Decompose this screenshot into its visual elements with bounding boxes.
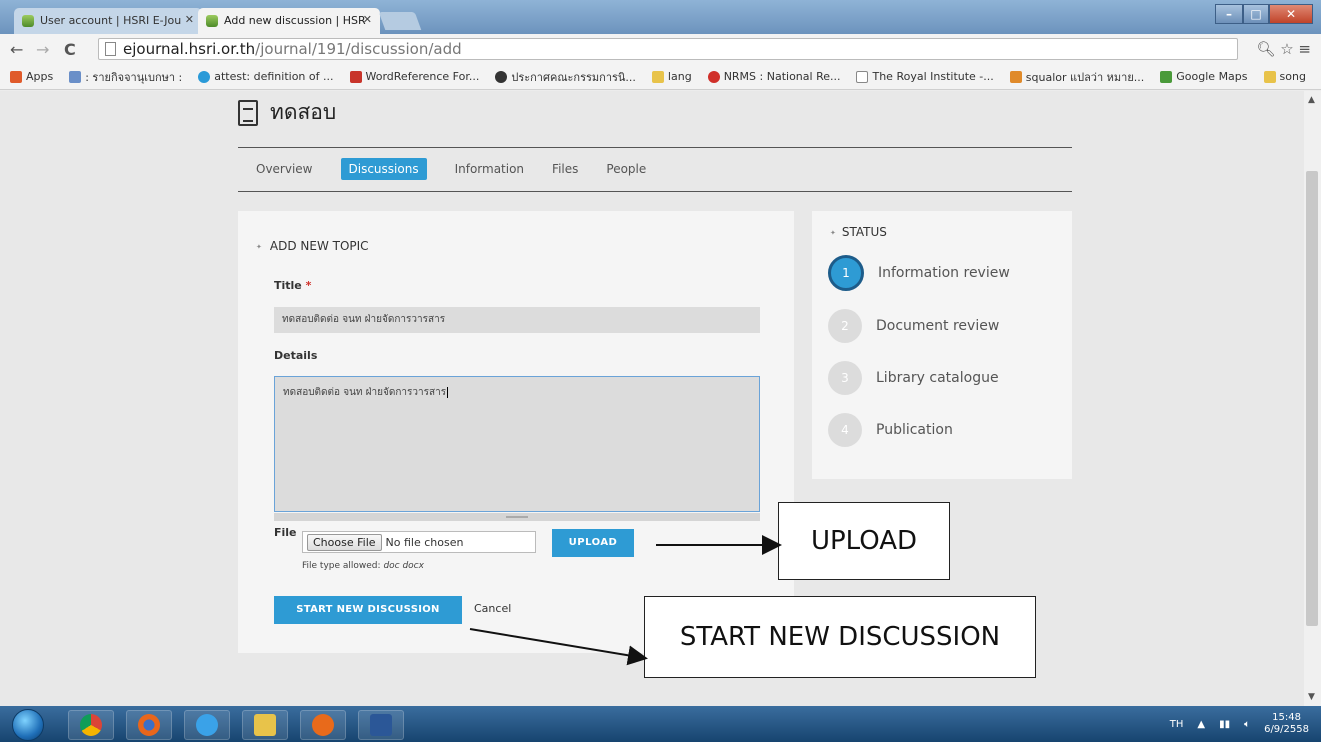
bookmark-icon — [69, 70, 82, 83]
scroll-down-icon[interactable]: ▼ — [1308, 692, 1315, 702]
bookmark-item[interactable]: squalor แปลว่า หมาย... — [1009, 68, 1144, 86]
system-tray: TH ▲ ▮▮ 🔈︎ 15:48 6/9/2558 — [1170, 712, 1309, 736]
clock[interactable]: 15:48 6/9/2558 — [1264, 712, 1309, 736]
bookmark-item[interactable]: NRMS : National Re... — [707, 70, 840, 83]
taskbar-internet-explorer[interactable] — [184, 710, 230, 740]
bookmark-item[interactable]: ประกาศคณะกรรมการนิ... — [495, 68, 636, 86]
site-favicon-icon — [206, 15, 218, 27]
taskbar-firefox[interactable] — [126, 710, 172, 740]
bookmark-folder[interactable]: lang — [651, 70, 692, 83]
close-window-icon[interactable]: ✕ — [1269, 4, 1313, 24]
page-scrollbar[interactable]: ▲ ▼ — [1304, 91, 1321, 706]
page-icon — [105, 42, 116, 56]
maps-icon — [1160, 70, 1173, 83]
scroll-up-icon[interactable]: ▲ — [1308, 95, 1315, 105]
start-arrow — [469, 628, 648, 666]
bookmark-icon — [349, 70, 362, 83]
window-controls: – □ ✕ — [1215, 4, 1313, 24]
page-viewport: ทดสอบ Overview Discussions Information F… — [0, 91, 1304, 706]
bookmark-item[interactable]: Google Maps — [1160, 70, 1248, 83]
page-icon — [856, 70, 869, 83]
bookmark-star-icon[interactable]: ☆ — [1280, 40, 1293, 58]
url-path: /journal/191/discussion/add — [255, 40, 462, 58]
network-icon[interactable]: ▮▮ — [1219, 719, 1230, 730]
reload-icon[interactable]: C — [64, 40, 76, 59]
url-host: ejournal.hsri.or.th — [123, 40, 256, 58]
address-bar-row: ← → C ejournal.hsri.or.th/journal/191/di… — [0, 34, 1321, 64]
bookmark-icon — [707, 70, 720, 83]
taskbar-media-player[interactable] — [300, 710, 346, 740]
bookmark-item[interactable]: : รายกิจจานุเบกษา : — [69, 68, 182, 86]
taskbar-explorer[interactable] — [242, 710, 288, 740]
back-arrow-icon[interactable]: ← — [10, 40, 23, 59]
browser-tab-user-account[interactable]: User account | HSRI E-Jou ✕ — [14, 8, 202, 34]
address-bar-actions: 🔍︎ ☆ ≡ — [1256, 40, 1311, 58]
site-favicon-icon — [22, 15, 34, 27]
bookmark-icon — [1009, 70, 1022, 83]
media-icon — [312, 714, 334, 736]
bookmark-folder[interactable]: song — [1263, 70, 1306, 83]
new-tab-button[interactable] — [378, 12, 422, 30]
tab-label: Add new discussion | HSR — [224, 14, 366, 27]
taskbar-chrome[interactable] — [68, 710, 114, 740]
minimize-icon[interactable]: – — [1215, 4, 1243, 24]
scroll-thumb[interactable] — [1306, 171, 1318, 626]
word-icon — [370, 714, 392, 736]
maximize-icon[interactable]: □ — [1243, 4, 1269, 24]
folder-icon — [254, 714, 276, 736]
bookmark-icon — [198, 70, 211, 83]
close-tab-icon[interactable]: ✕ — [185, 13, 194, 26]
close-tab-icon[interactable]: ✕ — [363, 13, 372, 26]
language-indicator[interactable]: TH — [1170, 719, 1184, 730]
browser-titlebar: User account | HSRI E-Jou ✕ Add new disc… — [0, 0, 1321, 34]
chrome-icon — [80, 714, 102, 736]
annotation-arrows — [469, 535, 782, 666]
windows-taskbar: TH ▲ ▮▮ 🔈︎ 15:48 6/9/2558 — [0, 706, 1321, 742]
folder-icon — [651, 70, 664, 83]
clock-time: 15:48 — [1272, 712, 1301, 723]
menu-icon[interactable]: ≡ — [1298, 40, 1311, 58]
browser-tab-add-discussion[interactable]: Add new discussion | HSR ✕ — [198, 8, 380, 34]
apps-grid-icon — [10, 70, 22, 83]
bookmarks-bar: Apps : รายกิจจานุเบกษา : attest: definit… — [0, 64, 1321, 90]
zoom-icon[interactable]: 🔍︎ — [1256, 40, 1275, 58]
clock-date: 6/9/2558 — [1264, 724, 1309, 735]
folder-icon — [1263, 70, 1276, 83]
tray-expand-icon[interactable]: ▲ — [1197, 719, 1205, 730]
volume-icon[interactable]: 🔈︎ — [1244, 719, 1250, 730]
bookmark-item[interactable]: The Royal Institute -... — [856, 70, 994, 83]
start-button[interactable] — [12, 709, 44, 741]
url-input[interactable]: ejournal.hsri.or.th/journal/191/discussi… — [98, 38, 1238, 60]
bookmark-icon — [495, 70, 508, 83]
bookmark-item[interactable]: WordReference For... — [349, 70, 479, 83]
tab-label: User account | HSRI E-Jou — [40, 14, 182, 27]
firefox-icon — [138, 714, 160, 736]
bookmark-item[interactable]: attest: definition of ... — [198, 70, 334, 83]
bookmark-apps[interactable]: Apps — [10, 70, 53, 83]
ie-icon — [196, 714, 218, 736]
forward-arrow-icon[interactable]: → — [36, 40, 49, 59]
taskbar-word[interactable] — [358, 710, 404, 740]
